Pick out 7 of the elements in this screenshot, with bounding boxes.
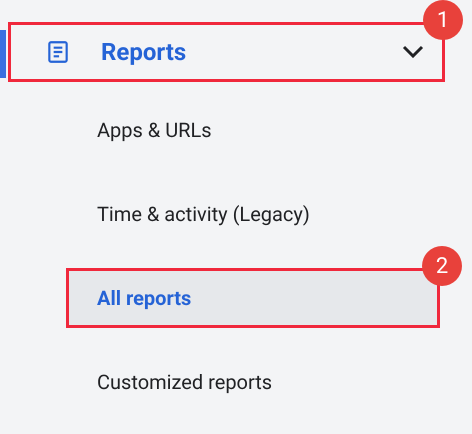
step-number-badge: 1: [423, 0, 463, 40]
menu-label: Reports: [101, 37, 188, 68]
step-number-badge: 2: [422, 246, 462, 286]
submenu-item[interactable]: Apps & URLs: [66, 100, 440, 160]
submenu-item[interactable]: Time & activity (Legacy): [66, 184, 440, 244]
submenu-item[interactable]: Customized reports: [66, 352, 440, 412]
chevron-icon[interactable]: [402, 45, 424, 59]
